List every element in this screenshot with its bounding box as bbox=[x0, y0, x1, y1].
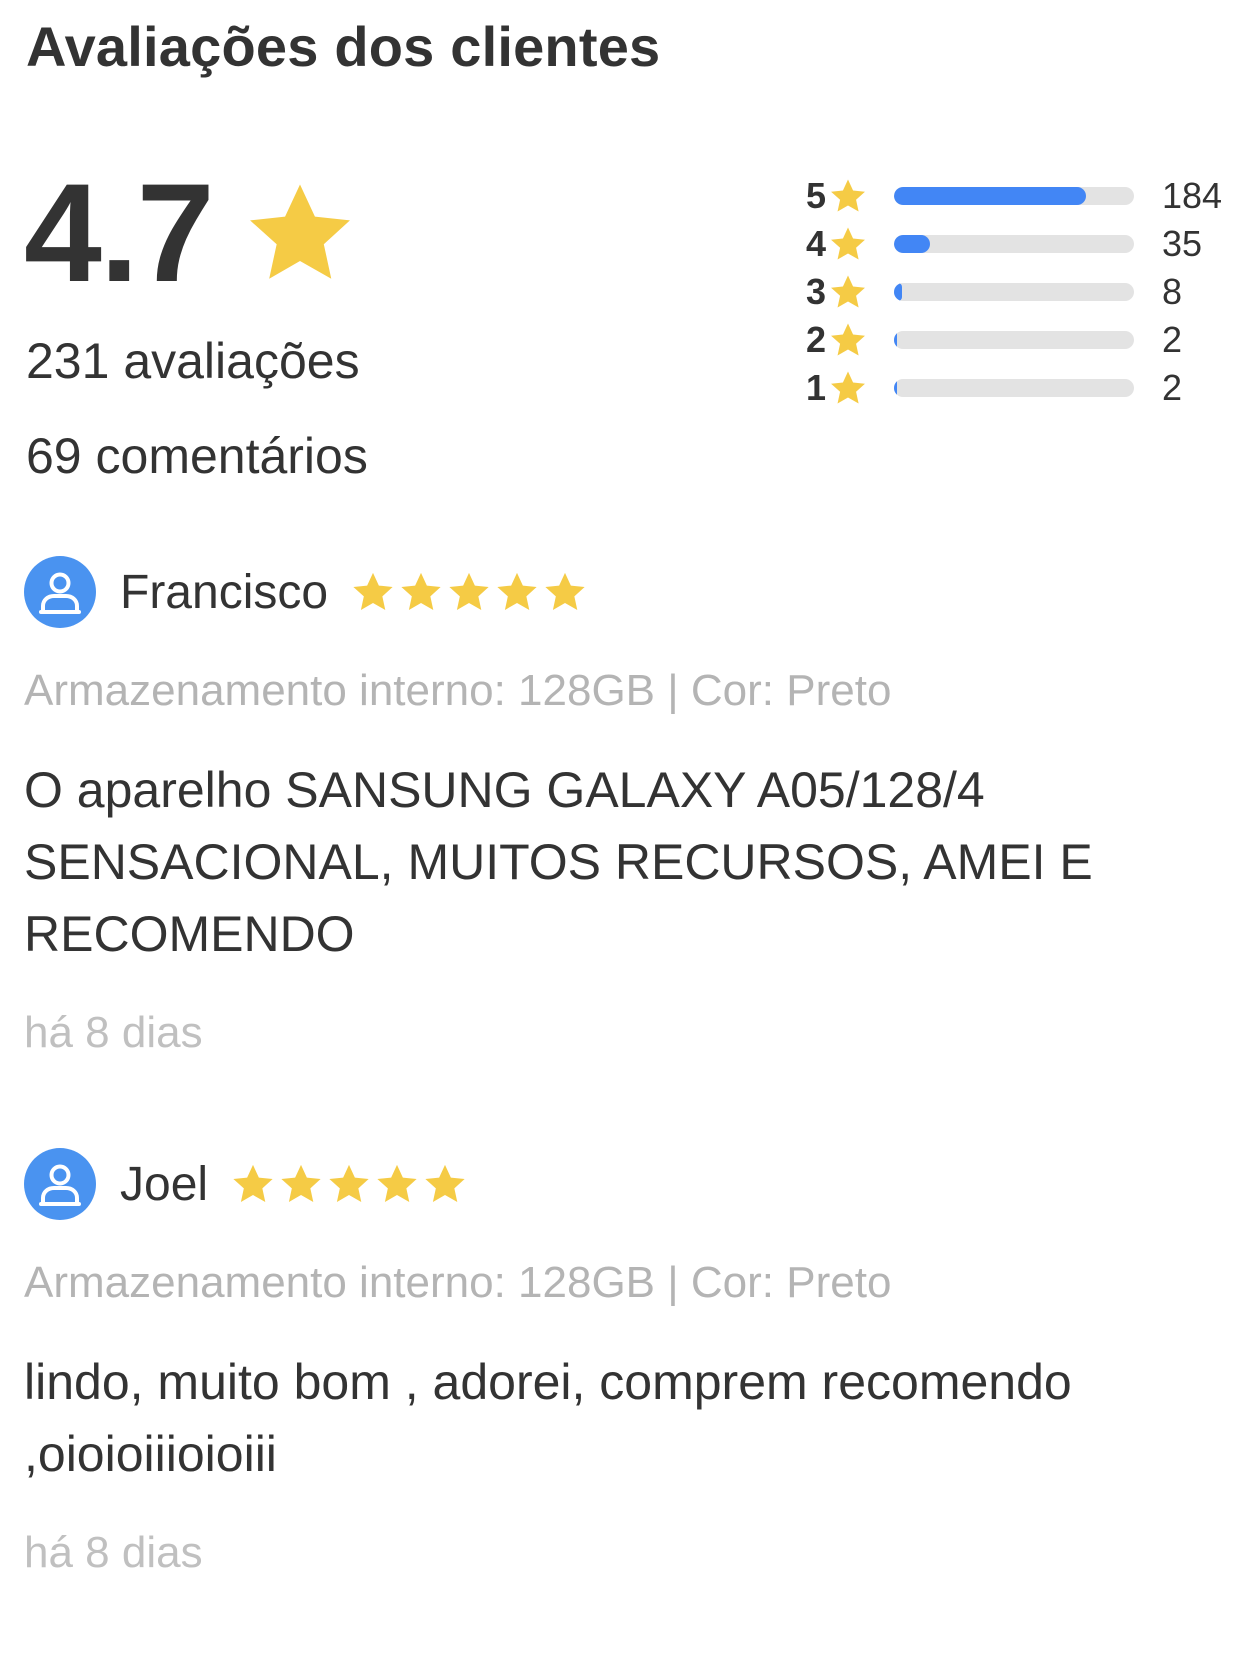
average-rating-value: 4.7 bbox=[24, 154, 215, 311]
star-icon bbox=[249, 184, 350, 279]
star-icon bbox=[831, 371, 865, 404]
distribution-bar-fill bbox=[894, 235, 930, 253]
avatar bbox=[24, 1148, 96, 1220]
avatar bbox=[24, 556, 96, 628]
distribution-level: 1 bbox=[806, 367, 827, 408]
distribution-row[interactable]: 1 2 bbox=[806, 364, 1226, 412]
distribution-count: 184 bbox=[1162, 175, 1223, 216]
distribution-bar-fill bbox=[894, 379, 897, 397]
distribution-bar bbox=[894, 187, 1134, 205]
total-comments: 69 comentários bbox=[26, 428, 368, 484]
star-icon bbox=[425, 1164, 465, 1202]
distribution-count: 2 bbox=[1162, 319, 1183, 360]
distribution-bar-fill bbox=[894, 331, 897, 349]
average-rating: 4.7 bbox=[24, 163, 359, 303]
distribution-bar bbox=[894, 283, 1134, 301]
distribution-count: 2 bbox=[1162, 367, 1183, 408]
page-title: Avaliações dos clientes bbox=[26, 15, 661, 78]
review-header: Francisco bbox=[24, 554, 1224, 630]
star-icon bbox=[401, 572, 441, 610]
review-variant: Armazenamento interno: 128GB | Cor: Pret… bbox=[24, 1258, 892, 1307]
distribution-bar-fill bbox=[894, 283, 903, 301]
user-icon bbox=[39, 1164, 81, 1206]
review-date: há 8 dias bbox=[24, 1008, 203, 1057]
review-date: há 8 dias bbox=[24, 1528, 203, 1577]
distribution-row[interactable]: 2 2 bbox=[806, 316, 1226, 364]
star-icon bbox=[545, 572, 585, 610]
distribution-bar bbox=[894, 235, 1134, 253]
total-ratings: 231 avaliações bbox=[26, 333, 360, 389]
review-item: Francisco Armazenamento interno: 128GB |… bbox=[24, 554, 1224, 1058]
star-icon bbox=[449, 572, 489, 610]
star-icon bbox=[831, 323, 865, 356]
distribution-bar bbox=[894, 331, 1134, 349]
star-icon bbox=[831, 227, 865, 260]
review-item: Joel Armazenamento interno: 128GB | Cor:… bbox=[24, 1146, 1224, 1578]
review-variant: Armazenamento interno: 128GB | Cor: Pret… bbox=[24, 666, 892, 715]
distribution-level: 2 bbox=[806, 319, 827, 360]
star-icon bbox=[353, 572, 393, 610]
distribution-row[interactable]: 3 8 bbox=[806, 268, 1226, 316]
star-icon bbox=[497, 572, 537, 610]
distribution-count: 8 bbox=[1162, 271, 1183, 312]
distribution-bar-fill bbox=[894, 187, 1086, 205]
star-icon bbox=[377, 1164, 417, 1202]
rating-distribution: 5 184 4 35 3 8 2 2 1 2 bbox=[806, 172, 1226, 412]
star-icon bbox=[233, 1164, 273, 1202]
distribution-row[interactable]: 4 35 bbox=[806, 220, 1226, 268]
distribution-level: 5 bbox=[806, 175, 827, 216]
star-icon bbox=[329, 1164, 369, 1202]
distribution-level: 4 bbox=[806, 223, 827, 264]
distribution-bar bbox=[894, 379, 1134, 397]
review-header: Joel bbox=[24, 1146, 1224, 1222]
distribution-level: 3 bbox=[806, 271, 827, 312]
reviews-page: Avaliações dos clientes 4.7 231 avaliaçõ… bbox=[0, 0, 1242, 1668]
review-star-rating bbox=[350, 570, 590, 614]
reviewer-name: Francisco bbox=[120, 565, 329, 619]
review-star-rating bbox=[230, 1162, 470, 1206]
distribution-row[interactable]: 5 184 bbox=[806, 172, 1226, 220]
reviewer-name: Joel bbox=[120, 1157, 209, 1211]
star-icon bbox=[831, 275, 865, 308]
user-icon bbox=[39, 572, 81, 614]
star-icon bbox=[831, 179, 865, 212]
star-icon bbox=[281, 1164, 321, 1202]
review-text: lindo, muito bom , adorei, comprem recom… bbox=[24, 1354, 1072, 1482]
distribution-count: 35 bbox=[1162, 223, 1203, 264]
review-text: O aparelho SANSUNG GALAXY A05/128/4 SENS… bbox=[24, 762, 1093, 962]
